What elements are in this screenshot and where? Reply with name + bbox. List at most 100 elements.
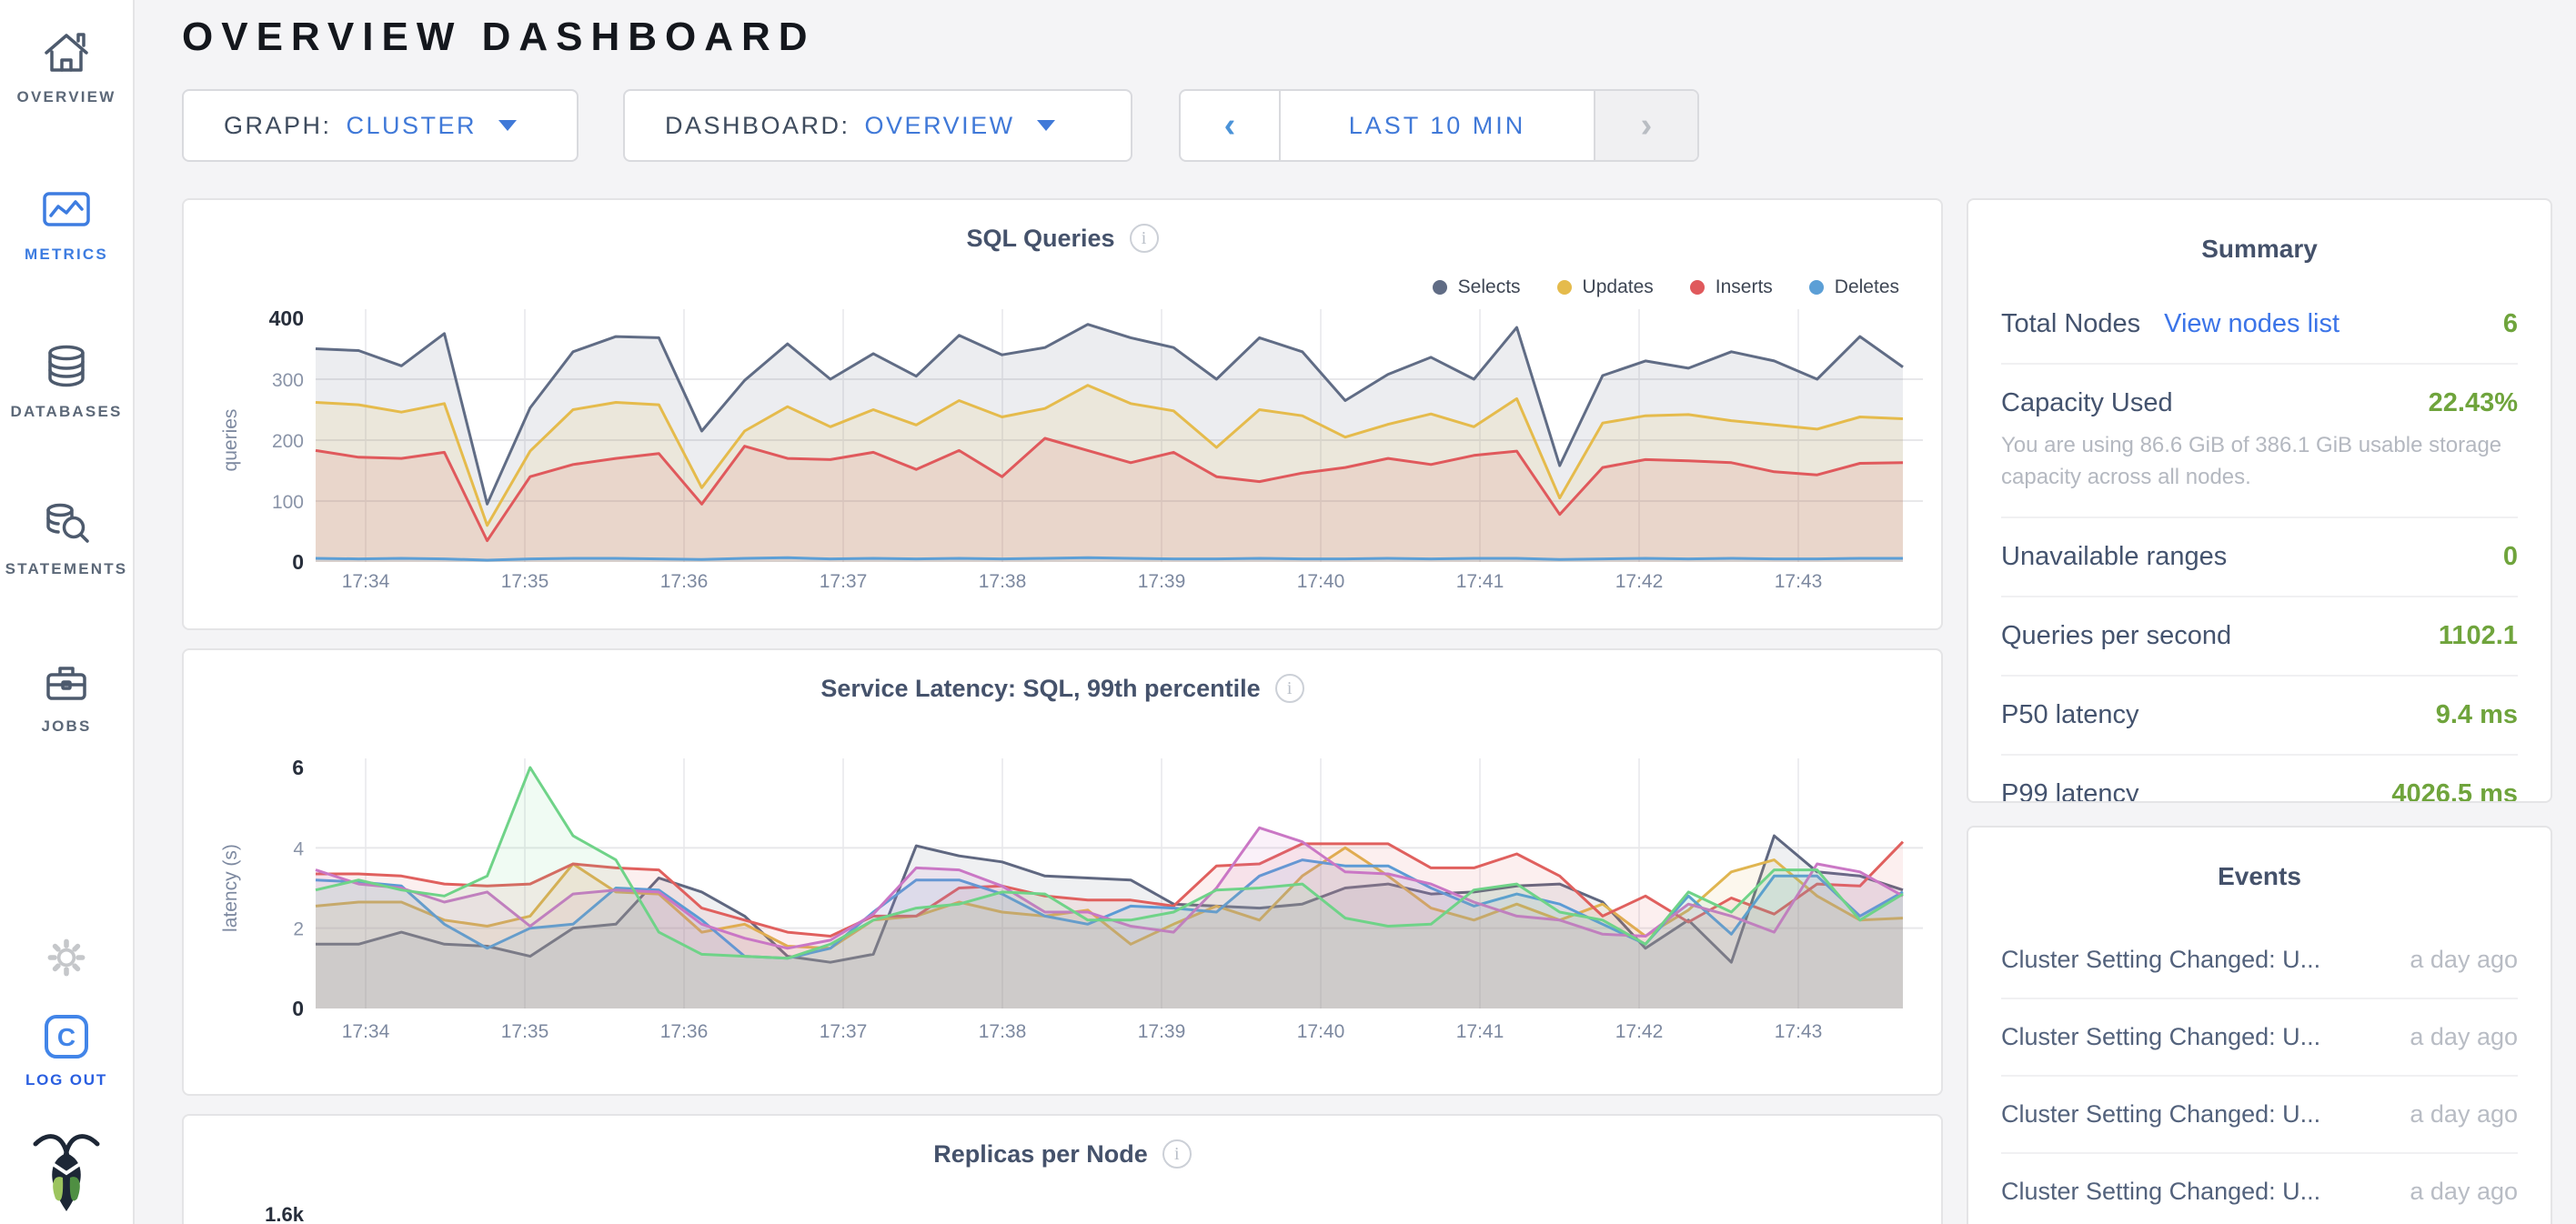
summary-title: Summary [2001,235,2518,264]
cockroachdb-bug-logo [28,1126,105,1213]
logout-button[interactable]: C LOG OUT [25,1012,107,1089]
graph-dropdown-value: CLUSTER [347,112,478,140]
chart-title: SQL Queries [966,225,1114,253]
sidebar: OVERVIEW METRICS DATABASES STATEMENTS [0,0,135,1224]
time-next-button[interactable]: › [1595,91,1697,160]
summary-row-p50-latency: P50 latency 9.4 ms [2001,677,2518,756]
sidebar-item-label: METRICS [25,246,108,264]
metrics-chart-icon [41,185,92,236]
content-row: SQL Queries i SelectsUpdatesInsertsDelet… [182,198,2576,1224]
service-latency-chart[interactable]: 17:3417:3517:3617:3717:3817:3917:4017:41… [184,730,1943,1050]
time-prev-button[interactable]: ‹ [1181,91,1279,160]
sidebar-item-metrics[interactable]: METRICS [25,185,108,264]
sidebar-item-databases[interactable]: DATABASES [10,342,122,421]
sidebar-item-statements[interactable]: STATEMENTS [5,499,128,578]
logout-label: LOG OUT [25,1071,107,1089]
chevron-down-icon [498,120,517,131]
summary-row-label: Queries per second [2001,621,2231,651]
svg-text:4: 4 [293,838,304,859]
logout-c-icon: C [41,1012,92,1063]
event-time: a day ago [2410,1178,2518,1206]
summary-row-value: 22.43% [2429,388,2518,418]
svg-text:17:38: 17:38 [979,1021,1027,1042]
graph-source-dropdown[interactable]: GRAPH: CLUSTER [182,89,579,162]
time-range-value[interactable]: LAST 10 MIN [1279,91,1595,160]
summary-row-label: Total Nodes [2001,309,2140,339]
summary-row-value: 4026.5 ms [2391,779,2518,803]
svg-text:17:40: 17:40 [1297,1021,1345,1042]
svg-text:0: 0 [292,997,304,1020]
svg-text:2: 2 [293,919,304,940]
replicas-per-node-chart-card: Replicas per Node i 1.6k [182,1114,1943,1224]
info-icon[interactable]: i [1162,1139,1192,1169]
summary-row-capacity-used: Capacity Used 22.43% You are using 86.6 … [2001,365,2518,518]
chart-title-row: Service Latency: SQL, 99th percentile i [184,674,1941,703]
chevron-down-icon [1037,120,1055,131]
svg-text:17:35: 17:35 [501,571,549,592]
event-text: Cluster Setting Changed: U... [2001,946,2320,974]
svg-text:17:43: 17:43 [1775,571,1823,592]
svg-text:17:39: 17:39 [1138,1021,1186,1042]
view-nodes-list-link[interactable]: View nodes list [2164,309,2340,339]
event-row[interactable]: Cluster Setting Changed: U... a day ago [2001,1077,2518,1154]
event-text: Cluster Setting Changed: U... [2001,1023,2320,1051]
event-text: Cluster Setting Changed: U... [2001,1100,2320,1129]
summary-row-label: Capacity Used [2001,388,2173,418]
event-row[interactable]: Cluster Setting Changed: U... a day ago [2001,1154,2518,1224]
svg-text:queries: queries [220,409,241,472]
event-row[interactable]: Cluster Setting Changed: U... a day ago [2001,922,2518,999]
chart-title: Replicas per Node [933,1140,1148,1169]
events-title: Events [2001,862,2518,891]
graph-dropdown-label: GRAPH: [224,112,332,140]
svg-text:C: C [57,1023,75,1051]
event-text: Cluster Setting Changed: U... [2001,1178,2320,1206]
summary-row-queries-per-second: Queries per second 1102.1 [2001,597,2518,677]
summary-row-label: P99 latency [2001,779,2139,803]
summary-row-p99-latency: P99 latency 4026.5 ms [2001,756,2518,803]
charts-column: SQL Queries i SelectsUpdatesInsertsDelet… [182,198,1943,1224]
svg-text:latency (s): latency (s) [220,844,241,932]
event-time: a day ago [2410,1100,2518,1129]
sidebar-item-overview[interactable]: OVERVIEW [17,27,116,106]
events-panel: Events Cluster Setting Changed: U... a d… [1967,826,2552,1224]
chart-title-row: Replicas per Node i [184,1139,1941,1169]
svg-text:17:39: 17:39 [1138,571,1186,592]
chart-title-row: SQL Queries i [184,224,1941,253]
info-icon[interactable]: i [1130,224,1159,253]
summary-row-label: Unavailable ranges [2001,542,2227,572]
summary-row-total-nodes: Total Nodes View nodes list 6 [2001,286,2518,365]
home-icon [41,27,92,78]
svg-text:17:40: 17:40 [1297,571,1345,592]
time-range-selector: ‹ LAST 10 MIN › [1179,89,1699,162]
sql-queries-chart[interactable]: 17:3417:3517:3617:3717:3817:3917:4017:41… [184,275,1943,595]
sidebar-item-label: STATEMENTS [5,560,128,578]
summary-row-unavailable-ranges: Unavailable ranges 0 [2001,518,2518,597]
sidebar-item-jobs[interactable]: JOBS [41,657,92,736]
y-axis-tick-label: 1.6k [247,1203,304,1224]
sidebar-item-label: DATABASES [10,403,122,421]
sidebar-item-label: JOBS [41,717,91,736]
summary-row-value: 6 [2503,309,2518,339]
svg-text:17:41: 17:41 [1456,1021,1504,1042]
svg-text:400: 400 [269,306,304,330]
capacity-note: You are using 86.6 GiB of 386.1 GiB usab… [2001,429,2518,493]
svg-text:17:34: 17:34 [342,571,390,592]
dashboard-dropdown[interactable]: DASHBOARD: OVERVIEW [623,89,1132,162]
dashboard-controls: GRAPH: CLUSTER DASHBOARD: OVERVIEW ‹ LAS… [182,89,2576,162]
event-time: a day ago [2410,1023,2518,1051]
statements-search-icon [41,499,92,550]
gear-icon [43,934,90,981]
settings-button[interactable] [43,934,90,981]
main-content: OVERVIEW DASHBOARD GRAPH: CLUSTER DASHBO… [136,0,2576,1224]
events-list: Cluster Setting Changed: U... a day ago … [2001,922,2518,1224]
svg-text:17:42: 17:42 [1615,571,1664,592]
svg-text:17:42: 17:42 [1615,1021,1664,1042]
event-row[interactable]: Cluster Setting Changed: U... a day ago [2001,999,2518,1077]
event-time: a day ago [2410,946,2518,974]
summary-panel: Summary Total Nodes View nodes list 6 [1967,198,2552,803]
svg-text:300: 300 [272,370,304,391]
svg-text:17:37: 17:37 [820,1021,868,1042]
info-icon[interactable]: i [1275,674,1304,703]
svg-text:17:36: 17:36 [660,1021,709,1042]
database-icon [41,342,92,393]
